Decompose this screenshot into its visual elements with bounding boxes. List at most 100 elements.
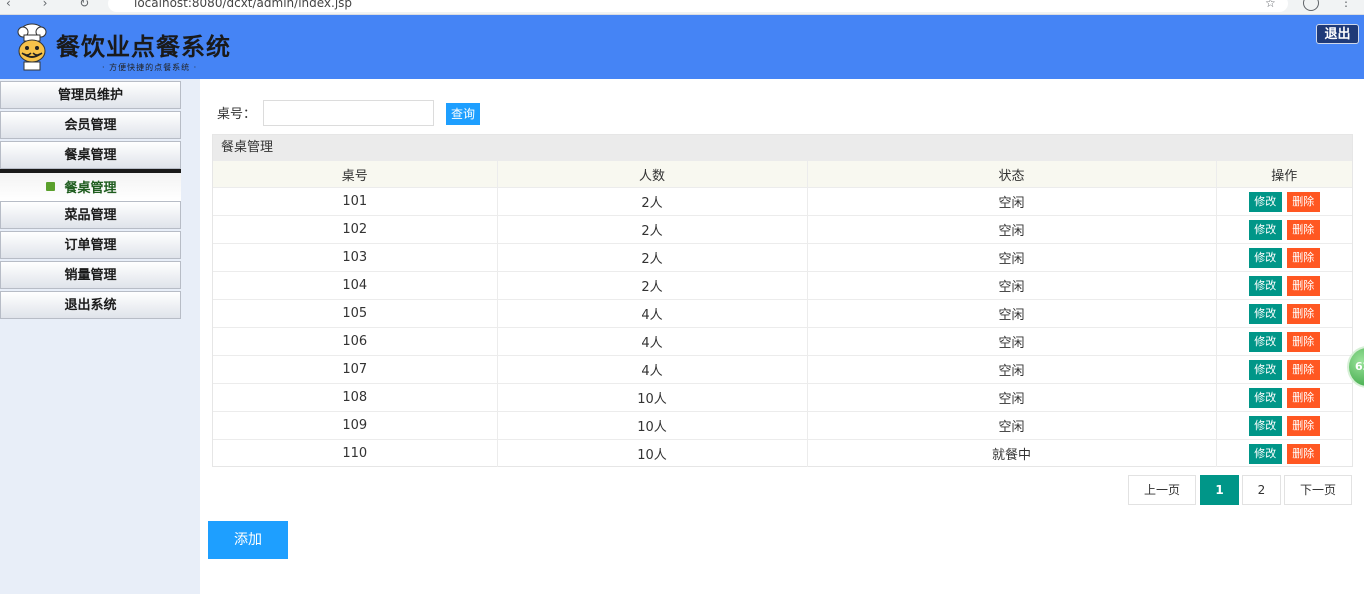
sidebar-item-members[interactable]: 会员管理: [0, 111, 181, 139]
tables-panel: 餐桌管理 桌号 人数 状态 操作 101 2人 空闲 修改 删除 102 2人 空闲 修改 删除 1…: [212, 134, 1353, 467]
sidebar-item-admin[interactable]: 管理员维护: [0, 81, 181, 109]
edit-button[interactable]: 修改: [1248, 359, 1282, 380]
next-page-button[interactable]: 下一页: [1284, 475, 1352, 505]
app-subtitle: · 方便快捷的点餐系统 ·: [102, 63, 198, 72]
edit-button[interactable]: 修改: [1248, 443, 1282, 464]
delete-button[interactable]: 删除: [1286, 415, 1320, 436]
edit-button[interactable]: 修改: [1248, 275, 1282, 296]
delete-button[interactable]: 删除: [1286, 247, 1320, 268]
edit-button[interactable]: 修改: [1248, 387, 1282, 408]
sidebar-item-dishes[interactable]: 菜品管理: [0, 201, 181, 229]
cell-status: 就餐中: [807, 439, 1217, 467]
table-row: 102 2人 空闲 修改 删除: [213, 215, 1352, 244]
edit-button[interactable]: 修改: [1248, 303, 1282, 324]
tables-grid: 桌号 人数 状态 操作 101 2人 空闲 修改 删除 102 2人 空闲 修改 删除 103 2人空…: [213, 161, 1352, 467]
table-row: 108 10人 空闲 修改 删除: [213, 383, 1352, 412]
cell-status: 空闲: [807, 243, 1217, 272]
cell-actions: 修改 删除: [1216, 411, 1352, 440]
edit-button[interactable]: 修改: [1248, 331, 1282, 352]
table-row: 107 4人 空闲 修改 删除: [213, 355, 1352, 384]
bookmark-star-icon[interactable]: ☆: [1265, 0, 1276, 10]
table-row: 103 2人 空闲 修改 删除: [213, 243, 1352, 272]
cell-table-number: 106: [213, 327, 498, 356]
arrow-right-icon: [46, 182, 55, 191]
table-number-label: 桌号：: [217, 107, 257, 122]
cell-status: 空闲: [807, 299, 1217, 328]
floating-widget-badge: 62: [1355, 360, 1364, 373]
address-bar[interactable]: localhost:8080/dcxt/admin/index.jsp: [108, 0, 1288, 12]
delete-button[interactable]: 删除: [1286, 387, 1320, 408]
cell-table-number: 102: [213, 215, 498, 244]
cell-table-number: 107: [213, 355, 498, 384]
cell-people: 10人: [497, 439, 808, 467]
delete-button[interactable]: 删除: [1286, 331, 1320, 352]
cell-table-number: 104: [213, 271, 498, 300]
cell-status: 空闲: [807, 327, 1217, 356]
cell-people: 2人: [497, 187, 808, 216]
chef-logo-icon: [17, 23, 47, 71]
cell-actions: 修改 删除: [1216, 383, 1352, 412]
table-row: 101 2人 空闲 修改 删除: [213, 187, 1352, 216]
cell-actions: 修改 删除: [1216, 187, 1352, 216]
cell-status: 空闲: [807, 383, 1217, 412]
delete-button[interactable]: 删除: [1286, 303, 1320, 324]
account-icon[interactable]: [1303, 0, 1319, 11]
delete-button[interactable]: 删除: [1286, 359, 1320, 380]
edit-button[interactable]: 修改: [1248, 191, 1282, 212]
table-number-input[interactable]: [263, 100, 434, 126]
browser-nav-icons[interactable]: ‹ › ↻: [6, 0, 103, 10]
cell-table-number: 110: [213, 439, 498, 467]
browser-menu-icon[interactable]: ⋮: [1340, 0, 1352, 9]
delete-button[interactable]: 删除: [1286, 443, 1320, 464]
cell-people: 4人: [497, 327, 808, 356]
cell-people: 2人: [497, 243, 808, 272]
logout-button[interactable]: 退出: [1316, 24, 1359, 44]
add-table-button[interactable]: 添加: [208, 521, 288, 559]
sidebar-item-exit[interactable]: 退出系统: [0, 291, 181, 319]
cell-table-number: 103: [213, 243, 498, 272]
cell-table-number: 108: [213, 383, 498, 412]
sidebar-item-label: 餐桌管理: [64, 181, 117, 196]
edit-button[interactable]: 修改: [1248, 415, 1282, 436]
delete-button[interactable]: 删除: [1286, 219, 1320, 240]
cell-actions: 修改 删除: [1216, 215, 1352, 244]
sidebar-item-tables[interactable]: 餐桌管理: [0, 141, 181, 169]
sidebar-item-tables-active[interactable]: 餐桌管理: [0, 169, 181, 201]
cell-people: 10人: [497, 411, 808, 440]
browser-toolbar: ‹ › ↻ localhost:8080/dcxt/admin/index.js…: [0, 0, 1364, 15]
cell-table-number: 101: [213, 187, 498, 216]
cell-status: 空闲: [807, 271, 1217, 300]
cell-status: 空闲: [807, 355, 1217, 384]
column-header: 状态: [807, 161, 1217, 188]
cell-people: 2人: [497, 271, 808, 300]
column-header: 桌号: [213, 161, 498, 188]
sidebar: 管理员维护 会员管理 餐桌管理 餐桌管理 菜品管理 订单管理 销量管理 退出系统: [0, 79, 200, 594]
cell-people: 4人: [497, 355, 808, 384]
cell-table-number: 109: [213, 411, 498, 440]
table-row: 104 2人 空闲 修改 删除: [213, 271, 1352, 300]
cell-actions: 修改 删除: [1216, 299, 1352, 328]
cell-people: 2人: [497, 215, 808, 244]
app-title: 餐饮业点餐系统: [56, 33, 231, 61]
table-header-row: 桌号 人数 状态 操作: [213, 161, 1352, 188]
page-1-button[interactable]: 1: [1200, 475, 1239, 505]
table-row: 106 4人 空闲 修改 删除: [213, 327, 1352, 356]
prev-page-button[interactable]: 上一页: [1128, 475, 1196, 505]
search-button[interactable]: 查询: [446, 103, 480, 125]
edit-button[interactable]: 修改: [1248, 219, 1282, 240]
page-2-button[interactable]: 2: [1242, 475, 1281, 505]
cell-actions: 修改 删除: [1216, 439, 1352, 467]
cell-actions: 修改 删除: [1216, 243, 1352, 272]
delete-button[interactable]: 删除: [1286, 275, 1320, 296]
column-header: 人数: [497, 161, 808, 188]
cell-status: 空闲: [807, 187, 1217, 216]
sidebar-item-sales[interactable]: 销量管理: [0, 261, 181, 289]
cell-actions: 修改 删除: [1216, 355, 1352, 384]
edit-button[interactable]: 修改: [1248, 247, 1282, 268]
sidebar-item-orders[interactable]: 订单管理: [0, 231, 181, 259]
cell-status: 空闲: [807, 411, 1217, 440]
delete-button[interactable]: 删除: [1286, 191, 1320, 212]
cell-status: 空闲: [807, 215, 1217, 244]
table-row: 105 4人 空闲 修改 删除: [213, 299, 1352, 328]
panel-title: 餐桌管理: [213, 135, 1352, 161]
